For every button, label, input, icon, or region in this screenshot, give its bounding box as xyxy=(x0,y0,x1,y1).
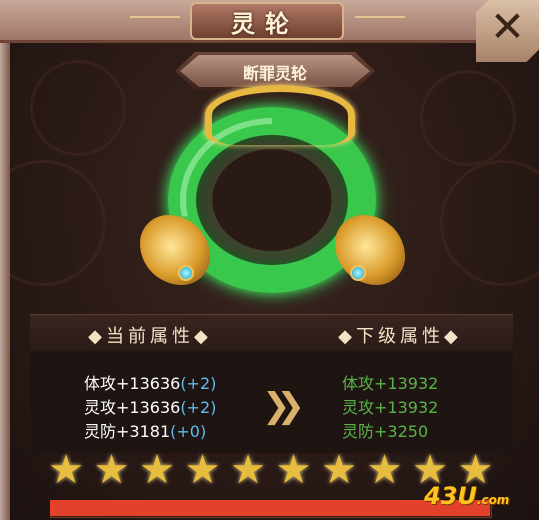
star-icon: ★ xyxy=(48,447,84,493)
watermark-main: 43U xyxy=(424,482,477,510)
current-stat-label: 灵防+3181 xyxy=(84,422,171,441)
current-stat-row: 灵防+3181(+0) xyxy=(84,418,206,442)
left-frame xyxy=(0,40,10,520)
title-ornament xyxy=(355,16,405,18)
jewel-right xyxy=(350,265,366,281)
current-attributes-header: ◆当前属性◆ xyxy=(88,326,212,347)
star-icon: ★ xyxy=(184,447,221,493)
watermark-suffix: .com xyxy=(476,493,510,507)
next-stat-row: 灵防+3250 xyxy=(342,422,429,441)
star-icon: ★ xyxy=(275,447,312,493)
close-x-icon[interactable]: ✕ xyxy=(476,0,539,58)
item-name: 断罪灵轮 xyxy=(242,64,307,83)
star-icon: ★ xyxy=(230,447,266,493)
star-icon: ★ xyxy=(93,447,130,493)
jewel-left xyxy=(178,265,194,281)
next-stat-row: 体攻+13932 xyxy=(342,374,439,393)
pattern-swirl xyxy=(30,60,126,156)
current-stat-row: 体攻+13636(+2) xyxy=(84,370,216,394)
next-level-attributes-header: ◆下级属性◆ xyxy=(338,326,462,347)
pattern-swirl xyxy=(440,160,539,286)
window-title: 灵轮 xyxy=(231,9,299,38)
pattern-swirl xyxy=(420,70,516,166)
site-watermark: 43U.com xyxy=(424,482,509,510)
current-stat-label: 灵攻+13636 xyxy=(84,398,181,417)
current-stat-row: 灵攻+13636(+2) xyxy=(84,394,216,418)
current-stat-bonus: (+2) xyxy=(180,398,217,417)
next-stat-row: 灵攻+13932 xyxy=(342,398,439,417)
title-ornament xyxy=(130,16,180,18)
star-icon: ★ xyxy=(366,447,403,493)
current-stat-bonus: (+2) xyxy=(180,374,217,393)
arrow-right-icon: ❯❯ xyxy=(262,386,305,426)
gold-crest-ornament xyxy=(205,85,355,145)
star-icon: ★ xyxy=(139,447,175,493)
star-icon: ★ xyxy=(321,447,357,493)
current-stat-label: 体攻+13636 xyxy=(84,374,181,393)
current-stat-bonus: (+0) xyxy=(170,422,207,441)
pattern-swirl xyxy=(0,160,106,286)
